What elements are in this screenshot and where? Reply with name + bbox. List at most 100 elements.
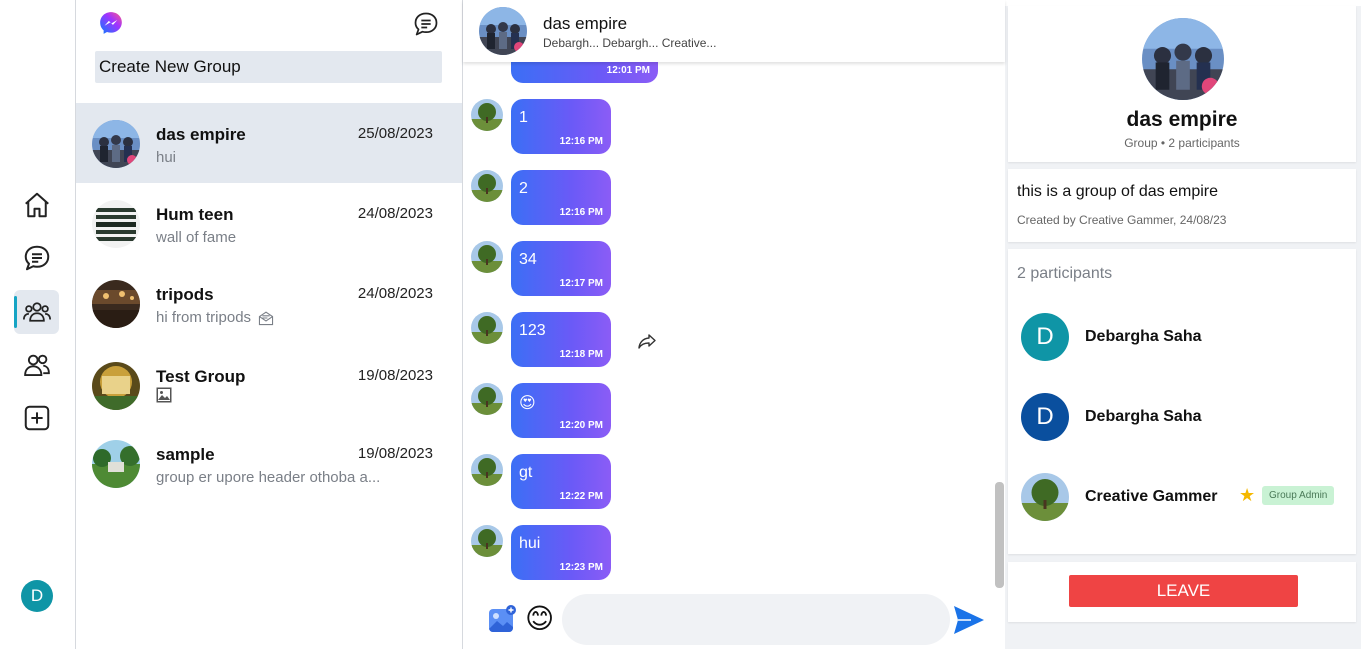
participant-item[interactable]: D Debargha Saha <box>1021 313 1351 363</box>
conversation-item-sample[interactable]: sample 19/08/2023 group er upore header … <box>76 423 462 503</box>
forward-icon[interactable] <box>637 332 657 350</box>
star-icon: ★ <box>1239 485 1256 505</box>
leave-group-button[interactable]: LEAVE <box>1069 575 1298 607</box>
message-bubble[interactable]: 😍 12:20 PM <box>511 383 611 438</box>
group-created-info: Created by Creative Gammer, 24/08/23 <box>1017 213 1227 227</box>
send-icon[interactable] <box>951 602 987 638</box>
message-bubble[interactable]: 34 12:17 PM <box>511 241 611 296</box>
leave-card: LEAVE <box>1008 562 1356 622</box>
messenger-logo-icon <box>100 12 122 34</box>
new-chat-icon[interactable] <box>412 10 440 38</box>
message-bubble[interactable]: 2 12:16 PM <box>511 170 611 225</box>
message-input[interactable] <box>562 594 950 645</box>
participants-card: 2 participants D Debargha Saha D Debargh… <box>1008 249 1356 554</box>
group-avatar <box>92 440 140 488</box>
participants-count: 2 participants <box>1017 265 1113 282</box>
message-bubble[interactable]: gt 12:22 PM <box>511 454 611 509</box>
conversation-item-hum-teen[interactable]: Hum teen 24/08/2023 wall of fame <box>76 183 462 263</box>
group-info-panel: das empire Group • 2 participants this i… <box>1005 6 1361 649</box>
conversation-name: Hum teen <box>156 205 234 224</box>
message-text: 😍 <box>519 395 536 412</box>
emoji-button[interactable]: 😊 <box>525 603 557 635</box>
chat-participants-summary: Debargh... Debargh... Creative... <box>543 36 717 50</box>
message-text: hui <box>519 535 541 552</box>
message-time: 12:17 PM <box>559 278 603 289</box>
participant-name: Creative Gammer <box>1085 488 1218 505</box>
chat-icon <box>24 245 49 271</box>
participant-avatar: D <box>1021 313 1069 361</box>
participant-item[interactable]: Creative Gammer ★ Group Admin <box>1021 473 1351 523</box>
group-info-avatar <box>1142 18 1224 100</box>
message-time: 12:16 PM <box>559 136 603 147</box>
people-icon <box>23 354 50 376</box>
conversation-date: 19/08/2023 <box>357 445 433 462</box>
message-bubble[interactable]: hui 12:23 PM <box>511 525 611 580</box>
people-button[interactable] <box>14 343 59 387</box>
groups-button[interactable] <box>14 290 59 334</box>
conversation-item-tripods[interactable]: tripods 24/08/2023 hi from tripods <box>76 263 462 343</box>
conversation-date: 24/08/2023 <box>357 205 433 222</box>
group-description: this is a group of das empire <box>1017 183 1218 200</box>
message-bubble[interactable]: 123 12:18 PM <box>511 312 611 367</box>
chat-header[interactable]: das empire Debargh... Debargh... Creativ… <box>463 0 1005 62</box>
conversation-item-test-group[interactable]: Test Group 19/08/2023 <box>76 343 462 423</box>
create-new-group-button[interactable]: Create New Group <box>95 51 442 83</box>
preview-text: hi from tripods <box>156 309 252 326</box>
message-text: 1 <box>519 109 528 126</box>
group-description-card: this is a group of das empire Created by… <box>1008 169 1356 242</box>
participant-avatar <box>1021 473 1069 521</box>
messenger-app: D Create New Group das empire 25/08/2023… <box>0 0 1366 649</box>
image-icon <box>156 387 172 403</box>
message-time: 12:18 PM <box>559 349 603 360</box>
conversation-preview: wall of fame <box>156 229 406 246</box>
group-avatar <box>92 200 140 248</box>
message-bubble-partial[interactable]: 12:01 PM <box>511 62 658 83</box>
sender-avatar <box>471 170 503 202</box>
chat-scrollbar[interactable] <box>995 482 1004 588</box>
group-avatar <box>92 362 140 410</box>
conversation-preview: hui <box>156 149 406 166</box>
add-icon <box>24 405 49 431</box>
participant-name: Debargha Saha <box>1085 328 1202 345</box>
sender-avatar <box>471 312 503 344</box>
sender-avatar <box>471 383 503 415</box>
user-avatar[interactable]: D <box>21 580 53 612</box>
left-rail: D <box>0 0 76 649</box>
message-text: 123 <box>519 322 546 339</box>
list-header: Create New Group <box>76 0 462 100</box>
message-time: 12:20 PM <box>559 420 603 431</box>
home-button[interactable] <box>14 183 59 227</box>
message-composer: 😊 <box>463 590 1005 649</box>
chat-title: das empire <box>543 14 628 33</box>
groups-icon <box>22 302 51 322</box>
sender-avatar <box>471 454 503 486</box>
chat-group-avatar <box>479 7 527 55</box>
message-time: 12:22 PM <box>559 491 603 502</box>
conversation-name: tripods <box>156 285 214 304</box>
message-time: 12:16 PM <box>559 207 603 218</box>
message-bubble[interactable]: 1 12:16 PM <box>511 99 611 154</box>
chats-button[interactable] <box>14 236 59 280</box>
sender-avatar <box>471 525 503 557</box>
group-admin-badge: Group Admin <box>1262 486 1335 505</box>
group-avatar <box>92 280 140 328</box>
conversation-date: 25/08/2023 <box>357 125 433 142</box>
conversation-date: 19/08/2023 <box>357 367 433 384</box>
sender-avatar <box>471 241 503 273</box>
envelope-icon <box>258 311 274 325</box>
message-list[interactable]: 12:01 PM 1 12:16 PM 2 12:16 PM 34 12:17 PM … <box>463 62 1005 582</box>
group-profile-card: das empire Group • 2 participants <box>1008 6 1356 162</box>
conversation-date: 24/08/2023 <box>357 285 433 302</box>
participant-name: Debargha Saha <box>1085 408 1202 425</box>
conversation-preview: hi from tripods <box>156 309 406 326</box>
attach-image-icon[interactable] <box>487 604 517 634</box>
participant-avatar: D <box>1021 393 1069 441</box>
participant-item[interactable]: D Debargha Saha <box>1021 393 1351 443</box>
conversation-name: Test Group <box>156 367 246 386</box>
conversation-item-das-empire[interactable]: das empire 25/08/2023 hui <box>76 103 462 183</box>
conversation-name: sample <box>156 445 215 464</box>
group-avatar <box>92 120 140 168</box>
message-time: 12:23 PM <box>559 562 603 573</box>
conversation-preview <box>156 387 406 403</box>
add-group-button[interactable] <box>14 396 59 440</box>
